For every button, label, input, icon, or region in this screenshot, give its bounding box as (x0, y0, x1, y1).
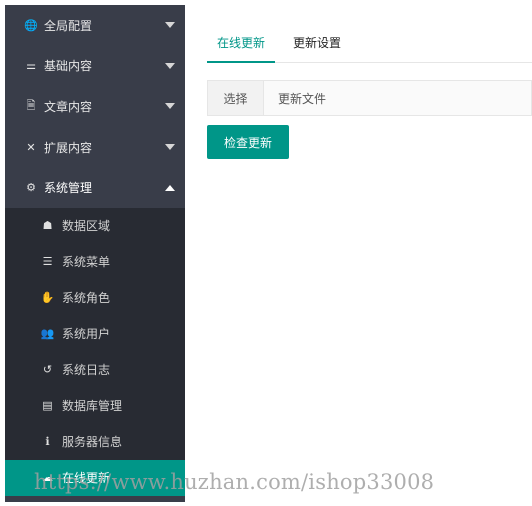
sidebar-subitem-system-role[interactable]: ✋ 系统角色 (5, 280, 185, 316)
sidebar-subitem-label: 系统角色 (62, 291, 111, 306)
check-update-button[interactable]: 检查更新 (207, 125, 289, 159)
database-icon: ▤ (42, 399, 53, 413)
tab-update-settings[interactable]: 更新设置 (283, 25, 351, 62)
chevron-down-icon (165, 62, 175, 69)
sidebar-item-basic-content[interactable]: ⚌ 基础内容 (5, 46, 185, 87)
sidebar-subitem-label: 数据区域 (62, 219, 111, 234)
hand-icon: ✋ (40, 291, 55, 305)
sliders-icon: ⚌ (26, 59, 36, 73)
sidebar-subitem-database[interactable]: ▤ 数据库管理 (5, 388, 185, 424)
sidebar-subitem-label: 数据库管理 (62, 399, 123, 414)
file-icon: 🗎 (26, 98, 36, 112)
gear-icon: ⚙ (26, 181, 36, 195)
chevron-up-icon (165, 184, 175, 191)
sidebar-subitem-system-user[interactable]: 👥 系统用户 (5, 316, 185, 352)
sidebar-subitem-label: 系统菜单 (62, 255, 111, 270)
chevron-down-icon (165, 103, 175, 110)
sidebar-subitem-system-menu[interactable]: ☰ 系统菜单 (5, 244, 185, 280)
sidebar-subitem-label: 服务器信息 (62, 435, 123, 450)
info-icon: ℹ (45, 435, 50, 449)
sidebar-item-article-content[interactable]: 🗎 文章内容 (5, 86, 185, 127)
sidebar-item-label: 扩展内容 (44, 140, 93, 155)
sidebar-item-label: 基础内容 (44, 59, 93, 74)
system-management-submenu: ☗ 数据区域 ☰ 系统菜单 ✋ 系统角色 👥 系统用户 ↺ 系统日志 ▤ 数据库… (5, 207, 185, 496)
file-upload-field: 选择 更新文件 (207, 80, 532, 116)
sidebar-item-label: 系统管理 (44, 181, 93, 196)
sidebar-item-system-management[interactable]: ⚙ 系统管理 (5, 167, 185, 208)
history-icon: ↺ (42, 363, 53, 377)
sidebar-item-global-config[interactable]: 🌐 全局配置 (5, 5, 185, 46)
sidebar-subitem-server-info[interactable]: ℹ 服务器信息 (5, 424, 185, 460)
menu-icon: ☰ (42, 255, 53, 269)
sidebar-subitem-label: 系统日志 (62, 363, 111, 378)
update-file-input[interactable]: 更新文件 (264, 81, 531, 115)
sidebar-item-label: 全局配置 (44, 18, 93, 33)
sidebar-item-extended-content[interactable]: ✕ 扩展内容 (5, 127, 185, 168)
sidebar: 🌐 全局配置 ⚌ 基础内容 🗎 文章内容 ✕ 扩展内容 ⚙ 系统管理 ☗ 数据区… (5, 5, 185, 502)
tab-online-update[interactable]: 在线更新 (207, 25, 276, 63)
sitemap-icon: ☗ (42, 219, 53, 233)
chevron-down-icon (165, 22, 175, 29)
sidebar-item-label: 文章内容 (44, 99, 93, 114)
tab-bar: 在线更新 更新设置 (207, 25, 532, 63)
sidebar-subitem-data-region[interactable]: ☗ 数据区域 (5, 208, 185, 244)
sidebar-subitem-system-log[interactable]: ↺ 系统日志 (5, 352, 185, 388)
users-icon: 👥 (40, 327, 55, 341)
watermark: https://www.huzhan.com/ishop33008 (34, 470, 435, 494)
chevron-down-icon (165, 144, 175, 151)
globe-icon: 🌐 (24, 18, 38, 32)
expand-icon: ✕ (26, 140, 36, 154)
choose-file-button[interactable]: 选择 (208, 81, 264, 115)
main-content: 在线更新 更新设置 选择 更新文件 检查更新 (185, 5, 532, 502)
sidebar-subitem-label: 系统用户 (62, 327, 111, 342)
